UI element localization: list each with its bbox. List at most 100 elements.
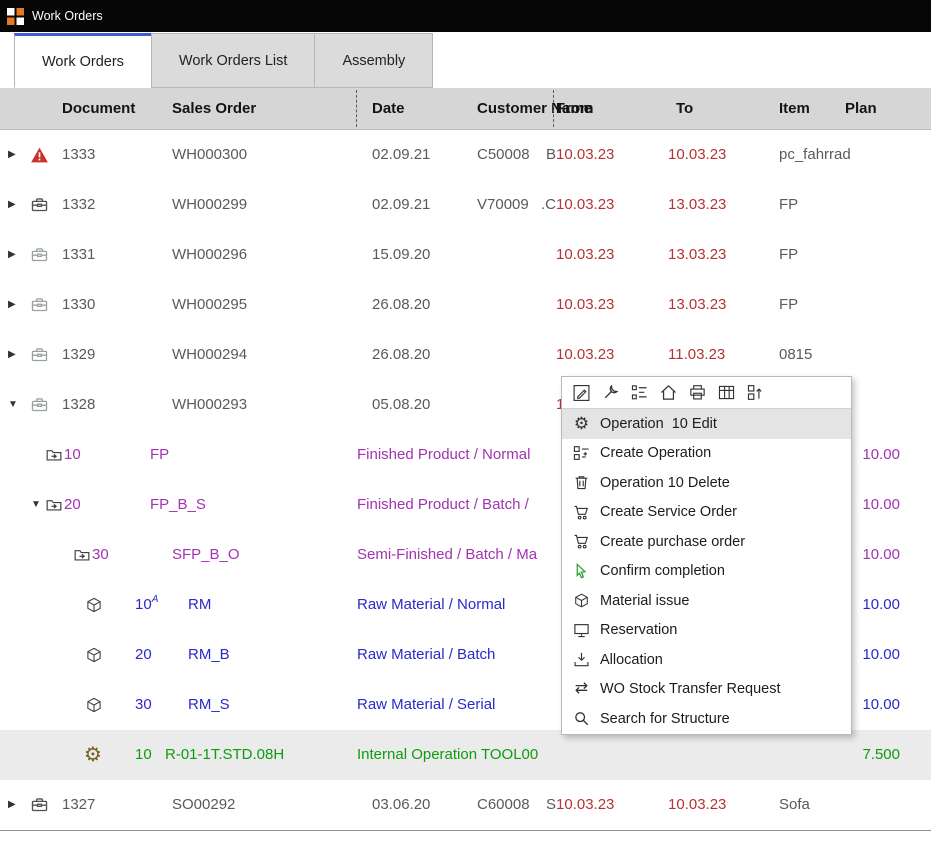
context-menu-toolbar xyxy=(562,377,851,409)
allocation-icon xyxy=(572,650,591,669)
menu-item-operation-10-edit[interactable]: ⚙Operation 10 Edit xyxy=(562,409,851,439)
cart-icon xyxy=(572,503,591,522)
tab-work-orders-list[interactable]: Work Orders List xyxy=(151,33,316,88)
item-code: 0815 xyxy=(779,330,812,380)
planned-quantity: 10.00 xyxy=(862,530,900,580)
menu-item-confirm-completion[interactable]: Confirm completion xyxy=(562,557,851,587)
menu-item-label: Search for Structure xyxy=(600,711,730,727)
menu-item-label: WO Stock Transfer Request xyxy=(600,681,781,697)
work-order-row[interactable]: ▶1332WH00029902.09.21V70009.C10.03.2313.… xyxy=(0,180,931,230)
work-order-row[interactable]: ▶1327SO0029203.06.20C60008S10.03.2310.03… xyxy=(0,780,931,830)
window-titlebar: Work Orders xyxy=(0,0,931,32)
work-order-row[interactable]: ▶1331WH00029615.09.2010.03.2313.03.23FP xyxy=(0,230,931,280)
sales-order-number: WH000299 xyxy=(172,180,247,230)
bottom-up-toolbar-button[interactable] xyxy=(744,382,766,404)
package-icon xyxy=(572,591,591,610)
component-code: SFP_B_O xyxy=(172,530,240,580)
menu-item-allocation[interactable]: Allocation xyxy=(562,645,851,675)
line-number: 30 xyxy=(135,680,152,730)
line-number: 20 xyxy=(64,480,81,530)
header-sales-order: Sales Order xyxy=(172,88,256,130)
collapse-arrow-icon[interactable]: ▼ xyxy=(8,380,18,430)
line-number: 10A xyxy=(135,580,158,632)
bottom-up-icon xyxy=(746,383,765,402)
window-title: Work Orders xyxy=(32,9,103,23)
print-icon xyxy=(688,383,707,402)
item-code: pc_fahrrad xyxy=(779,130,851,180)
posting-date: 26.08.20 xyxy=(372,280,430,330)
planned-quantity: 10.00 xyxy=(862,430,900,480)
to-date: 10.03.23 xyxy=(668,130,726,180)
planned-quantity: 10.00 xyxy=(862,680,900,730)
from-date: 10.03.23 xyxy=(556,230,614,280)
sales-order-number: WH000300 xyxy=(172,130,247,180)
work-order-row[interactable]: ▶1333WH00030002.09.21C50008B10.03.2310.0… xyxy=(0,130,931,180)
wrench-toolbar-button[interactable] xyxy=(599,382,621,404)
to-date: 13.03.23 xyxy=(668,230,726,280)
expand-arrow-icon[interactable]: ▶ xyxy=(8,130,16,180)
structure-list-toolbar-button[interactable] xyxy=(628,382,650,404)
menu-item-create-purchase-order[interactable]: Create purchase order xyxy=(562,527,851,557)
tab-assembly[interactable]: Assembly xyxy=(314,33,433,88)
component-description: Semi-Finished / Batch / Ma xyxy=(357,530,537,580)
tab-work-orders[interactable]: Work Orders xyxy=(14,33,152,88)
component-code: RM_S xyxy=(188,680,230,730)
edit-toolbar-button[interactable] xyxy=(570,382,592,404)
menu-item-material-issue[interactable]: Material issue xyxy=(562,586,851,616)
menu-item-wo-stock-transfer-request[interactable]: ⇄WO Stock Transfer Request xyxy=(562,675,851,705)
line-number: 10 xyxy=(135,730,152,780)
print-toolbar-button[interactable] xyxy=(686,382,708,404)
home-icon xyxy=(659,383,678,402)
posting-date: 02.09.21 xyxy=(372,180,430,230)
table-icon xyxy=(717,383,736,402)
monitor-icon xyxy=(572,621,591,640)
folder-icon xyxy=(45,446,63,464)
box-icon xyxy=(85,596,103,614)
gear-icon: ⚙ xyxy=(572,414,591,433)
customer-name-partial: S xyxy=(510,780,556,830)
menu-item-label: Create purchase order xyxy=(600,534,745,550)
toolbox-light-icon xyxy=(30,296,49,315)
component-description: Finished Product / Normal xyxy=(357,430,530,480)
menu-item-reservation[interactable]: Reservation xyxy=(562,616,851,646)
component-description: Raw Material / Batch xyxy=(357,630,495,680)
create-operation-icon xyxy=(572,444,591,463)
toolbox-light-icon xyxy=(30,396,49,415)
planned-quantity: 10.00 xyxy=(862,580,900,630)
table-toolbar-button[interactable] xyxy=(715,382,737,404)
planned-quantity: 10.00 xyxy=(862,480,900,530)
work-order-row[interactable]: ▶1330WH00029526.08.2010.03.2313.03.23FP xyxy=(0,280,931,330)
header-item: Item xyxy=(779,88,810,130)
component-code: RM xyxy=(188,580,211,630)
home-toolbar-button[interactable] xyxy=(657,382,679,404)
sales-order-number: WH000296 xyxy=(172,230,247,280)
expand-arrow-icon[interactable]: ▶ xyxy=(8,280,16,330)
expand-arrow-icon[interactable]: ▶ xyxy=(8,180,16,230)
toolbox-dark-icon xyxy=(30,196,49,215)
table-header: Document Sales Order Date Customer Name … xyxy=(0,88,931,130)
from-date: 10.03.23 xyxy=(556,280,614,330)
component-code: FP xyxy=(150,430,169,480)
context-menu: ⚙Operation 10 EditCreate OperationOperat… xyxy=(561,376,852,735)
item-code: FP xyxy=(779,230,798,280)
toolbox-light-icon xyxy=(30,246,49,265)
expand-arrow-icon[interactable]: ▶ xyxy=(8,780,16,830)
menu-item-label: Reservation xyxy=(600,622,677,638)
component-code: RM_B xyxy=(188,630,230,680)
document-number: 1333 xyxy=(62,130,95,180)
wo-child-row[interactable]: ⚙10R-01-1T.STD.08HInternal Operation TOO… xyxy=(0,730,931,780)
collapse-arrow-icon[interactable]: ▼ xyxy=(31,480,41,530)
toolbox-dark-icon xyxy=(30,796,49,815)
component-description: Internal Operation TOOL00 xyxy=(357,730,538,780)
menu-item-operation-10-delete[interactable]: Operation 10 Delete xyxy=(562,468,851,498)
menu-item-search-for-structure[interactable]: Search for Structure xyxy=(562,704,851,734)
menu-item-create-service-order[interactable]: Create Service Order xyxy=(562,498,851,528)
component-description: Raw Material / Normal xyxy=(357,580,505,630)
menu-item-label: Create Service Order xyxy=(600,504,737,520)
expand-arrow-icon[interactable]: ▶ xyxy=(8,230,16,280)
work-order-row[interactable]: ▶1329WH00029426.08.2010.03.2311.03.23081… xyxy=(0,330,931,380)
app-logo-icon xyxy=(7,8,24,25)
confirm-cursor-icon xyxy=(572,562,591,581)
expand-arrow-icon[interactable]: ▶ xyxy=(8,330,16,380)
menu-item-create-operation[interactable]: Create Operation xyxy=(562,439,851,469)
